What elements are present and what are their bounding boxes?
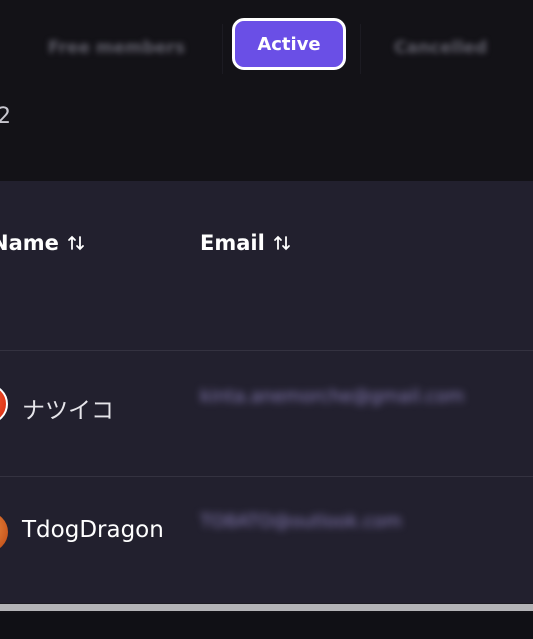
sort-icon[interactable]: [273, 234, 291, 252]
footer: [0, 613, 533, 639]
page: Free members Active Cancelled 2 Name Ema…: [0, 0, 533, 639]
tab-divider: [360, 24, 361, 74]
column-header-name-label: Name: [0, 231, 59, 255]
member-email: TO8ATO@outlook.com: [200, 511, 402, 532]
column-header-name[interactable]: Name: [0, 229, 85, 257]
avatar[interactable]: [0, 384, 8, 424]
members-table: Name Email ナツイコ kinta.anemorche@gmail.co…: [0, 181, 533, 603]
sort-icon[interactable]: [67, 234, 85, 252]
member-count: 2: [0, 104, 11, 129]
member-email: kinta.anemorche@gmail.com: [200, 386, 465, 407]
tab-cancelled[interactable]: Cancelled: [394, 20, 487, 76]
member-name[interactable]: ナツイコ: [22, 391, 114, 425]
tab-divider: [222, 24, 223, 74]
scrollbar-thumb[interactable]: [0, 604, 533, 611]
horizontal-scrollbar[interactable]: [0, 603, 533, 611]
membership-tabs: Free members Active Cancelled: [0, 14, 533, 80]
column-header-email[interactable]: Email: [200, 229, 291, 257]
tab-active[interactable]: Active: [232, 18, 346, 70]
tab-free-members[interactable]: Free members: [48, 20, 185, 76]
row-divider: [0, 476, 533, 477]
row-divider: [0, 350, 533, 351]
column-header-email-label: Email: [200, 231, 265, 255]
avatar[interactable]: [0, 512, 8, 552]
member-name[interactable]: TdogDragon: [22, 517, 164, 543]
